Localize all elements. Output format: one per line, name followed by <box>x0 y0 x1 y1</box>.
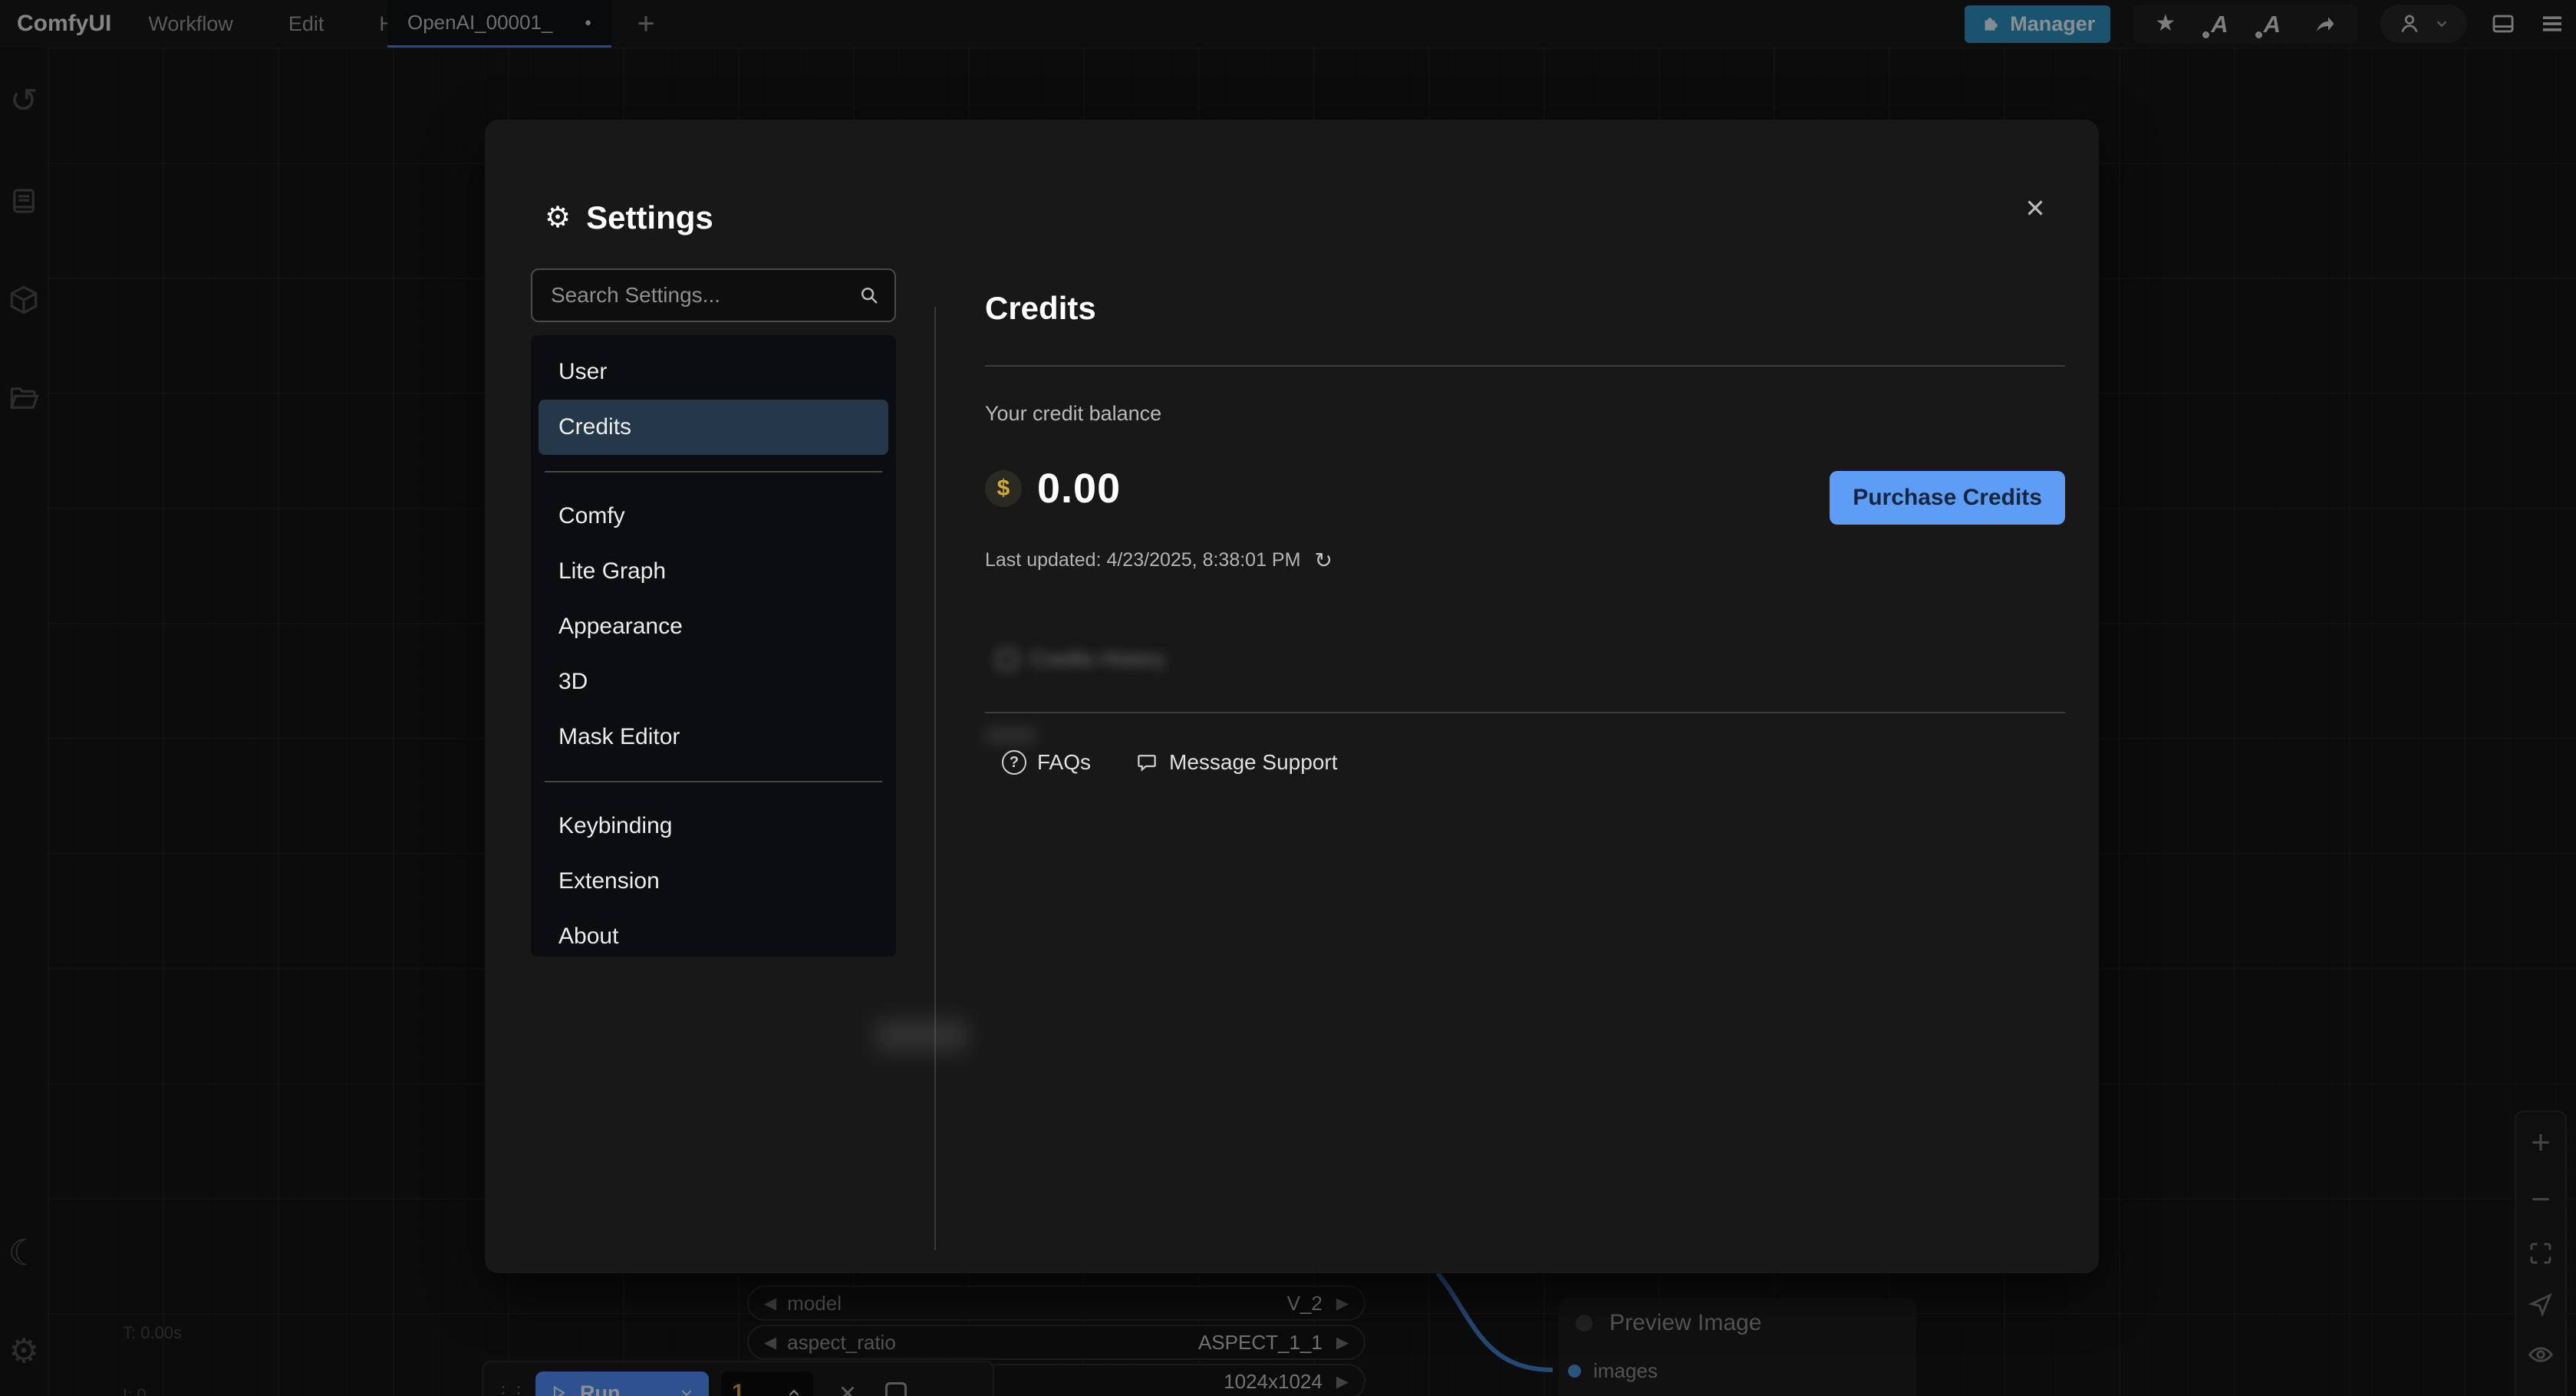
last-updated-text: Last updated: 4/23/2025, 8:38:01 PM <box>985 549 1300 571</box>
refresh-icon[interactable]: ↻ <box>1314 550 1332 571</box>
faqs-link[interactable]: ? FAQs <box>1002 750 1091 775</box>
settings-search-input[interactable] <box>549 282 858 308</box>
settings-dialog: ⚙ Settings User Credits Comfy Lite Graph… <box>485 120 2099 1273</box>
nav-item-3d[interactable]: 3D <box>539 654 888 710</box>
nav-item-user[interactable]: User <box>539 344 888 400</box>
purchase-credits-button[interactable]: Purchase Credits <box>1830 471 2065 525</box>
section-divider <box>985 712 2065 713</box>
credits-history-link-blurred[interactable]: Credits History <box>997 647 1165 671</box>
credit-balance-label: Your credit balance <box>985 402 1161 426</box>
nav-item-appearance[interactable]: Appearance <box>539 599 888 654</box>
nav-item-keybinding[interactable]: Keybinding <box>539 798 888 854</box>
credits-heading: Credits <box>985 290 1096 327</box>
nav-item-about[interactable]: About <box>539 909 888 964</box>
dollar-icon: $ <box>985 470 1022 507</box>
blur-smudge <box>985 727 1036 744</box>
comfyui-screen: ComfyUI Workflow Edit Help OpenAI_00001_… <box>0 0 2576 1396</box>
settings-nav: User Credits Comfy Lite Graph Appearance… <box>531 335 896 956</box>
chat-bubble-icon <box>1135 751 1158 774</box>
settings-gear-icon: ⚙ <box>545 203 571 232</box>
search-icon <box>858 284 881 307</box>
question-circle-icon: ? <box>1002 750 1026 775</box>
settings-search-box <box>531 268 896 322</box>
nav-item-credits[interactable]: Credits <box>539 400 888 455</box>
credit-balance-row: $ 0.00 <box>985 465 1121 512</box>
nav-divider <box>545 781 882 782</box>
help-links-row: ? FAQs Message Support <box>1002 750 1337 775</box>
settings-title: Settings <box>586 199 713 236</box>
credit-balance-value: 0.00 <box>1037 465 1121 512</box>
nav-item-comfy[interactable]: Comfy <box>539 489 888 544</box>
credits-panel: Credits Your credit balance $ 0.00 Purch… <box>985 120 2065 1273</box>
nav-divider <box>545 471 882 472</box>
nav-item-mask-editor[interactable]: Mask Editor <box>539 710 888 765</box>
message-support-label: Message Support <box>1169 750 1337 775</box>
message-support-link[interactable]: Message Support <box>1135 750 1337 775</box>
faqs-label: FAQs <box>1037 750 1091 775</box>
blur-smudge <box>875 1020 967 1051</box>
credits-history-label: Credits History <box>1029 647 1165 671</box>
last-updated-row: Last updated: 4/23/2025, 8:38:01 PM ↻ <box>985 549 1332 571</box>
credits-history-icon <box>997 650 1017 670</box>
settings-header: ⚙ Settings <box>545 199 713 236</box>
nav-item-lite-graph[interactable]: Lite Graph <box>539 544 888 599</box>
nav-item-extension[interactable]: Extension <box>539 854 888 909</box>
settings-panel-divider <box>934 307 936 1250</box>
section-divider <box>985 365 2065 367</box>
